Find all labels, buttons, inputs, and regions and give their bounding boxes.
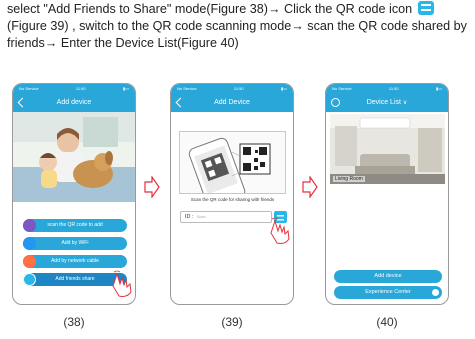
id-label: ID : [185,214,194,220]
profile-icon[interactable] [331,98,340,107]
header: No Service 11:50 ▮▭ Add Device [171,84,293,112]
status-bar: No Service 11:50 ▮▭ [171,84,293,94]
figure-caption-38: (38) [63,315,85,329]
instruction-part-1: select "Add Friends to Share" mode(Figur… [7,2,413,16]
experience-center-label: Experience Center [365,289,411,295]
navbar: Add device [13,94,135,112]
chevron-down-icon[interactable]: ∨ [403,100,407,106]
carrier-text: No Service [177,86,197,91]
phone-screen-add-device: No Service 11:50 ▮▭ Add device scan the … [12,83,136,305]
next-arrow-icon [302,176,318,198]
scan-hint-text: Scan the QR code for sharing with friend… [190,197,275,202]
carrier-text: No Service [332,86,352,91]
instruction-text: select "Add Friends to Share" mode(Figur… [7,1,469,52]
option-label: Add by network cable [51,258,99,264]
time-text: 11:50 [75,86,86,91]
next-arrow-icon [144,176,160,198]
minus-circle-icon[interactable] [432,289,439,296]
qr-illustration [179,131,286,208]
wifi-icon [23,237,36,250]
add-device-button[interactable]: Add device [334,270,442,283]
time-text: 11:50 [388,86,399,91]
navbar: Add Device [171,94,293,112]
figure-caption-40: (40) [376,315,398,329]
qr-scan-icon [23,219,36,232]
option-label: Add by WiFi [61,240,89,246]
add-by-cable-button[interactable]: Add by network cable [23,255,127,268]
experience-center-button[interactable]: Experience Center [334,286,442,299]
qr-code-icon [417,1,434,15]
figure-caption-39: (39) [221,315,243,329]
page-title: Add Device [214,99,250,106]
battery-icon: ▮▭ [281,86,287,91]
status-bar: No Service 11:50 ▮▭ [326,84,448,94]
device-id-field[interactable]: ID : Scan [180,211,272,223]
status-bar: No Service 11:50 ▮▭ [13,84,135,94]
battery-icon: ▮▭ [436,86,442,91]
phone-screen-scan-share: No Service 11:50 ▮▭ Add Device Scan the … [170,83,294,305]
time-text: 11:50 [233,86,244,91]
family-photo [13,112,135,202]
id-placeholder: Scan [196,214,206,219]
living-room-photo [330,114,445,184]
tap-hand-icon [270,217,290,244]
header: No Service 11:50 ▮▭ Device List ∨ [326,84,448,112]
back-icon[interactable] [17,97,28,108]
back-icon[interactable] [175,97,186,108]
carrier-text: No Service [19,86,39,91]
friends-share-icon [23,273,36,286]
add-by-wifi-button[interactable]: Add by WiFi [23,237,127,250]
battery-icon: ▮▭ [123,86,129,91]
option-label: scan the QR code to add [47,222,103,228]
navbar: Device List ∨ [326,94,448,112]
page-title: Add device [56,99,92,106]
room-label: Living Room [333,176,365,182]
network-cable-icon [23,255,36,268]
living-room-card[interactable]: Living Room [330,114,445,184]
scan-qr-add-button[interactable]: scan the QR code to add [23,219,127,232]
header: No Service 11:50 ▮▭ Add device [13,84,135,112]
tap-hand-icon [112,270,132,297]
phone-screen-device-list: No Service 11:50 ▮▭ Device List ∨ Living… [325,83,449,305]
option-label: Add friends share [55,276,95,282]
page-title: Device List [366,99,401,106]
instruction-part-2: (Figure 39) , switch to the QR code scan… [7,19,467,50]
